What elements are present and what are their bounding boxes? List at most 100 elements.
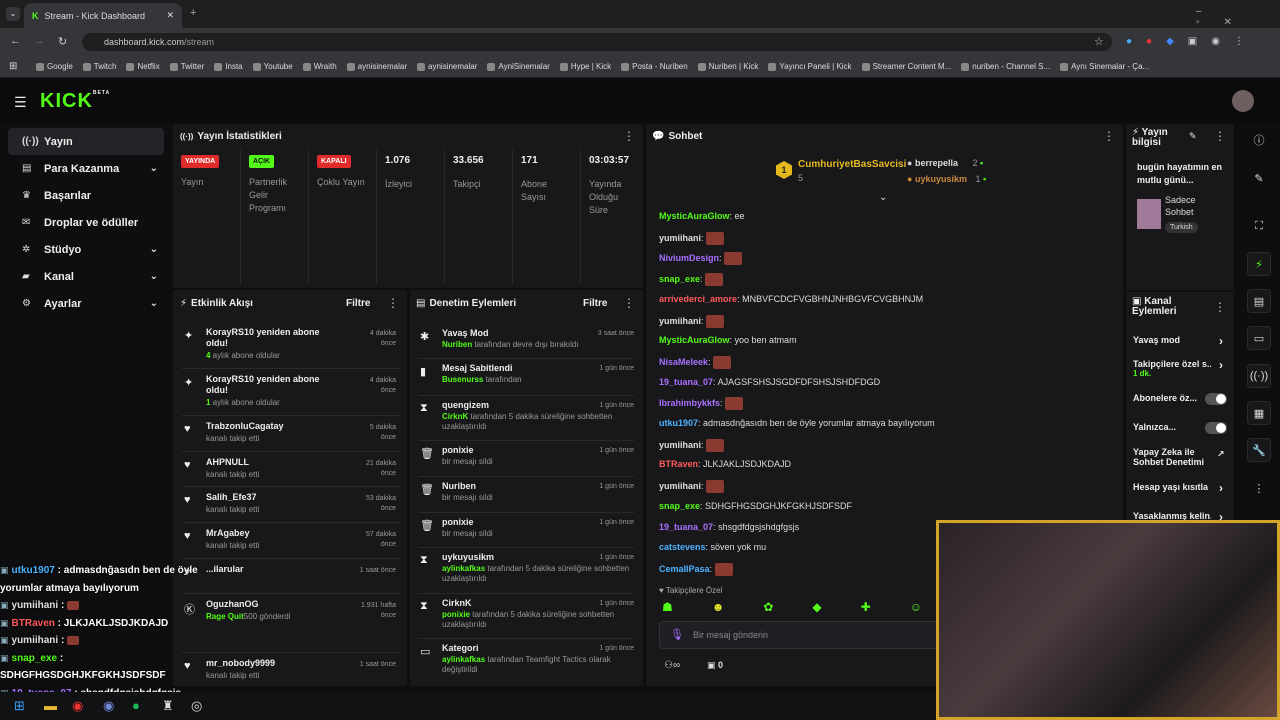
chat-username[interactable]: yumiihani (659, 315, 701, 325)
chat-username[interactable]: BTRaven (659, 459, 698, 469)
chat-username[interactable]: 19_tuana_07 (659, 522, 713, 532)
activity-item[interactable]: ♥ AHPNULL kanalı takip etti 21 dakika önce (184, 457, 396, 479)
activity-filter-button[interactable]: Filtre (346, 298, 370, 309)
activity-item[interactable]: ♥ ...ilarular 1 saat önce (184, 564, 396, 578)
activity-item[interactable]: ♥ Salih_Efe37 kanalı takip etti 53 dakika ö… (184, 492, 396, 514)
sidebar-item-ayarlar[interactable]: ⚙ Ayarlar ⌄ (8, 290, 164, 317)
puzzle-icon[interactable]: ▣ (1188, 36, 1197, 47)
kick-logo[interactable]: KICKBETA (40, 90, 110, 113)
chat-message[interactable]: 19_tuana_07: AJAGSFSHSJSGDFDFSHSJSHDFDGD (659, 377, 880, 387)
bookmark-item[interactable]: Hype | Kick (559, 62, 611, 71)
apps-icon[interactable]: ⊞ (9, 61, 17, 72)
window-controls[interactable]: –▫✕ (1196, 6, 1280, 28)
bookmark-item[interactable]: Nuriben | Kick (697, 62, 758, 71)
chevron-down-icon[interactable]: ⌄ (150, 163, 158, 174)
bookmark-item[interactable]: Twitter (169, 62, 204, 71)
menu-icon[interactable]: ⋮ (1234, 36, 1244, 47)
chevron-right-icon[interactable]: › (1219, 358, 1223, 372)
chat-username[interactable]: snap_exe (659, 274, 700, 284)
chat-message[interactable]: CemalIPasa: (659, 562, 733, 576)
chat-username[interactable]: catstevens (659, 542, 706, 552)
infinity-icon[interactable]: ⚇∞ (664, 660, 680, 671)
moderation-item[interactable]: 🗑 Nuriben bir mesajı sildi 1 gün önce (420, 481, 634, 503)
top-gifter-3[interactable]: ● uykuyusikm 1 ▪ (907, 174, 986, 184)
channel-action-item[interactable]: Abonelere öz... (1133, 393, 1229, 405)
top-gifter-2[interactable]: ● berrepella 2 ▪ (907, 158, 983, 168)
extension-icon[interactable]: ● (1126, 36, 1132, 47)
layout-toolbar-icon[interactable]: ▦ (1247, 401, 1271, 425)
pencil-icon[interactable]: ✎ (1247, 166, 1271, 190)
obs-icon[interactable]: ◎ (191, 698, 202, 714)
back-icon[interactable]: ← (10, 35, 21, 47)
bookmark-item[interactable]: Insta (214, 62, 243, 71)
bookmark-item[interactable]: aynisinemalar (346, 62, 407, 71)
moderation-item[interactable]: ⧗ quengizem CirknK tarafından 5 dakika sür… (420, 400, 634, 432)
emote-icon[interactable]: ☗ (662, 600, 673, 614)
bookmark-item[interactable]: Aynı Sinemalar - Ça... (1060, 62, 1149, 71)
reload-icon[interactable]: ↻ (58, 35, 67, 48)
bookmark-item[interactable]: Streamer Content M... (861, 62, 951, 71)
toggle-switch[interactable] (1205, 393, 1227, 405)
lightning-toolbar-icon[interactable]: ⚡ (1247, 252, 1271, 276)
channel-action-item[interactable]: Yalnızca... (1133, 422, 1229, 434)
chat-username[interactable]: arrivederci_amore (659, 294, 737, 304)
chat-message[interactable]: MysticAuraGlow: ee (659, 211, 745, 221)
chevron-down-icon[interactable]: ⌄ (150, 271, 158, 282)
chat-message[interactable]: Ibrahimbykkfs: (659, 397, 744, 411)
top-gifter-1[interactable]: CumhuriyetBasSavcisi (798, 159, 906, 170)
moderation-item[interactable]: ✱ Yavaş Mod Nuriben tarafından devre dışı … (420, 328, 634, 350)
bookmark-item[interactable]: Netflix (126, 62, 160, 71)
url-field[interactable]: dashboard.kick.com/stream (82, 33, 1112, 51)
chat-message[interactable]: 19_tuana_07: shsgdfdgsjshdgfgsjs (659, 522, 799, 532)
browser-tab[interactable]: K Stream - Kick Dashboard ✕ (24, 3, 182, 28)
windows-start-icon[interactable]: ⊞ (14, 698, 25, 714)
chat-message[interactable]: yumiihani: (659, 314, 725, 328)
moderation-menu-icon[interactable]: ⋮ (623, 296, 635, 310)
moderation-filter-button[interactable]: Filtre (583, 298, 607, 309)
discord-icon[interactable]: ◉ (103, 698, 114, 714)
activity-item[interactable]: ♥ MrAgabey kanalı takip etti 57 dakika önce (184, 528, 396, 550)
extension-icons[interactable]: ● ● ◆ ▣ ◉ ⋮ (1126, 36, 1276, 47)
moderation-item[interactable]: ▭ Kategori aylinkafkas tarafından Teamfigh… (420, 643, 634, 675)
category-name[interactable]: Sadece Sohbet (1165, 194, 1225, 218)
bookmark-item[interactable]: Youtube (252, 62, 293, 71)
sidebar-item-stüdyo[interactable]: ✲ Stüdyo ⌄ (8, 236, 164, 263)
emote-icon[interactable]: ✿ (763, 600, 773, 614)
chat-message[interactable]: snap_exe: (659, 273, 724, 287)
activity-item[interactable]: ✦ KorayRS10 yeniden abone oldu! 4 aylık ab… (184, 327, 396, 360)
tab-list-icon[interactable]: ⌄ (6, 7, 20, 21)
moderation-item[interactable]: ▮ Mesaj Sabitlendi Busenurss tarafından 1 g… (420, 363, 634, 385)
document-toolbar-icon[interactable]: ▤ (1247, 289, 1271, 313)
category-thumbnail[interactable] (1137, 199, 1161, 229)
stats-menu-icon[interactable]: ⋮ (623, 129, 635, 143)
activity-item[interactable]: ✦ KorayRS10 yeniden abone oldu! 1 aylık ab… (184, 374, 396, 407)
bookmark-item[interactable]: Yayıncı Paneli | Kick (768, 62, 852, 71)
sidebar-item-başarılar[interactable]: ♛ Başarılar (8, 182, 164, 209)
profile-icon[interactable]: ◉ (1211, 36, 1220, 47)
chrome-icon[interactable]: ◉ (72, 698, 83, 714)
bookmark-item[interactable]: AyniSinemalar (487, 62, 550, 71)
chat-message[interactable]: yumiihani: (659, 480, 725, 494)
chat-message[interactable]: utku1907: admasdnğasıdn ben de öyle yoru… (659, 418, 935, 428)
fullscreen-icon[interactable]: ⛶ (1247, 214, 1271, 238)
chat-username[interactable]: yumiihani (659, 481, 701, 491)
wrench-toolbar-icon[interactable]: 🔧 (1247, 438, 1271, 462)
emote-icon[interactable]: ☻ (712, 600, 725, 614)
emote-icon[interactable]: ☺ (910, 600, 922, 614)
external-link-icon[interactable]: ↗ (1217, 449, 1225, 460)
gift-counter[interactable]: ▣ 0 (707, 660, 723, 671)
chevron-down-icon[interactable]: ⌄ (150, 244, 158, 255)
activity-item[interactable]: ♥ mr_nobody9999 kanalı takip etti 1 saat ön… (184, 658, 396, 680)
more-icon[interactable]: ⋮ (1247, 476, 1271, 500)
stream-info-menu-icon[interactable]: ⋮ (1214, 129, 1226, 143)
shield-icon[interactable]: ◆ (1166, 36, 1174, 47)
activity-item[interactable]: ♥ TrabzonluCagatay kanalı takip etti 5 daki… (184, 421, 396, 443)
bookmark-star-icon[interactable]: ☆ (1094, 35, 1104, 48)
toggle-switch[interactable] (1205, 422, 1227, 434)
emote-icon[interactable]: ◆ (812, 600, 821, 614)
chat-message[interactable]: arrivederci_amore: MNBVFCDCFVGBHNJNHBGVF… (659, 294, 923, 304)
bookmark-item[interactable]: Wraith (302, 62, 337, 71)
channel-action-item[interactable]: Takipçilere özel s... 1 dk. › (1133, 358, 1229, 378)
bookmark-item[interactable]: Google (36, 62, 73, 71)
activity-menu-icon[interactable]: ⋮ (387, 296, 399, 310)
